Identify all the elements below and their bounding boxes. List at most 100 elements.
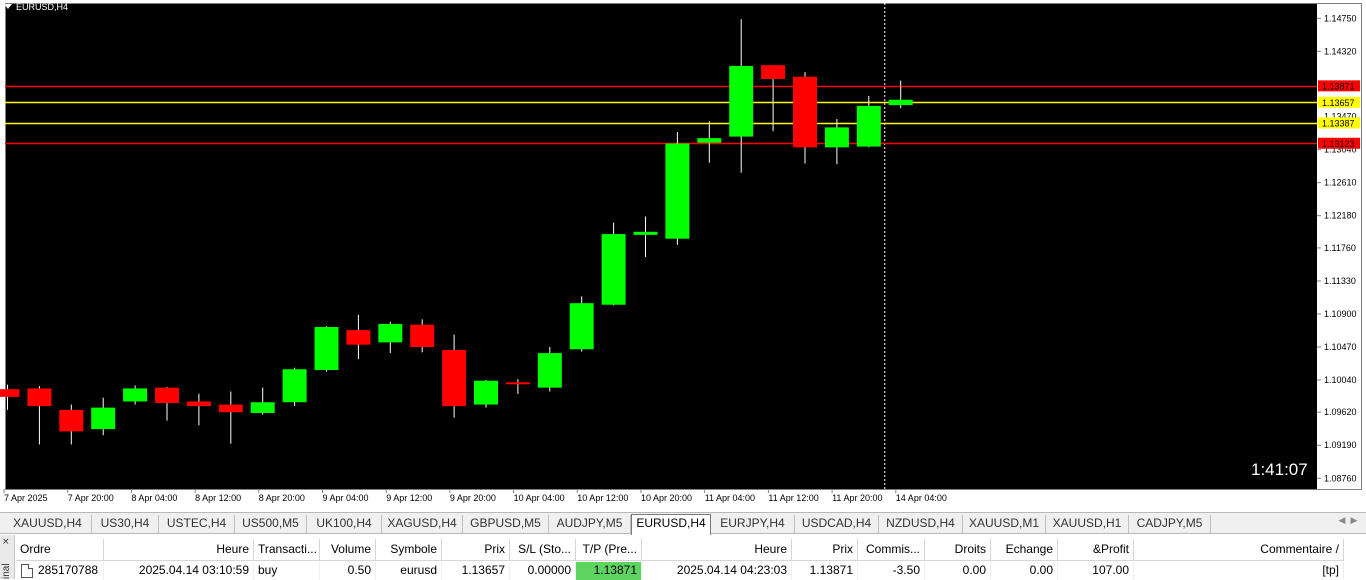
x-tick-label: 7 Apr 20:00 bbox=[68, 493, 114, 503]
x-tick-label: 8 Apr 12:00 bbox=[195, 493, 241, 503]
candle-bull[interactable] bbox=[250, 402, 275, 413]
column-header[interactable]: Transacti... bbox=[254, 539, 320, 561]
candle-bear[interactable] bbox=[0, 389, 20, 397]
close-icon[interactable]: × bbox=[2, 537, 10, 547]
x-tick-label: 11 Apr 12:00 bbox=[768, 493, 818, 503]
table-cell: [tp] bbox=[1134, 562, 1344, 580]
x-tick-label: 10 Apr 20:00 bbox=[641, 493, 692, 503]
tab-usdcad-h4[interactable]: USDCAD,H4 bbox=[795, 515, 879, 533]
column-header[interactable]: Prix bbox=[792, 539, 858, 561]
terminal-side-strip: × inal bbox=[0, 535, 15, 579]
table-cell: 1.13871 bbox=[576, 562, 642, 580]
symbol-title-text: EURUSD,H4 bbox=[16, 2, 69, 12]
plot-area[interactable] bbox=[5, 3, 1317, 489]
chart-tab-bar: XAUUSD,H4 US30,H4 USTEC,H4 US500,M5 UK100,H4… bbox=[0, 512, 1366, 535]
tab-cadjpy-m5[interactable]: CADJPY,M5 bbox=[1129, 515, 1211, 533]
candle-bull[interactable] bbox=[474, 380, 498, 405]
tab-xauusd-h4[interactable]: XAUUSD,H4 bbox=[4, 515, 92, 533]
candle-bear[interactable] bbox=[155, 387, 179, 404]
candle-bull[interactable] bbox=[856, 105, 881, 147]
candle-bear[interactable] bbox=[59, 409, 84, 432]
x-tick-label: 14 Apr 04:00 bbox=[896, 493, 947, 503]
candle-bull[interactable] bbox=[378, 323, 403, 343]
y-tick-label: 1.14750 bbox=[1324, 13, 1357, 23]
y-tick-label: 1.14320 bbox=[1324, 46, 1357, 56]
y-tick-label: 1.09190 bbox=[1324, 440, 1357, 450]
candle-bear[interactable] bbox=[346, 330, 371, 345]
candle-bear[interactable] bbox=[27, 388, 52, 407]
tab-xagusd-h4[interactable]: XAGUSD,H4 bbox=[382, 515, 463, 533]
column-header[interactable]: Droits bbox=[925, 539, 991, 561]
table-cell: 2025.04.14 04:23:03 bbox=[642, 562, 792, 580]
y-tick-label: 1.08760 bbox=[1324, 473, 1357, 483]
tab-scroll-controls: ◀ ▶ bbox=[1336, 516, 1362, 532]
column-header[interactable]: Volume bbox=[320, 539, 376, 561]
tab-eurusd-h4[interactable]: EURUSD,H4 bbox=[631, 514, 711, 535]
table-cell: 0.00000 bbox=[510, 562, 576, 580]
chart-menu-triangle-icon[interactable] bbox=[4, 4, 12, 9]
candle-bull[interactable] bbox=[314, 327, 339, 370]
candle-bull[interactable] bbox=[729, 65, 754, 137]
candle-bull[interactable] bbox=[282, 369, 307, 403]
chart-window[interactable]: 1.14750 1.14320 1.13040 1.12610 1.12180 1.117… bbox=[0, 0, 1366, 512]
column-header[interactable]: S/L (Sto... bbox=[510, 539, 576, 561]
column-header[interactable]: T/P (Pre... bbox=[576, 539, 642, 561]
tab-us30-h4[interactable]: US30,H4 bbox=[92, 515, 159, 533]
candle-bull[interactable] bbox=[601, 234, 626, 305]
candle-bear[interactable] bbox=[793, 76, 817, 148]
price-level-label: 1.13123 bbox=[1322, 139, 1355, 149]
tab-xauusd-h1[interactable]: XAUUSD,H1 bbox=[1046, 515, 1129, 533]
price-level-label: 1.13387 bbox=[1322, 119, 1355, 129]
tab-gbpusd-m5[interactable]: GBPUSD,M5 bbox=[463, 515, 549, 533]
candle-bear[interactable] bbox=[218, 404, 243, 413]
candle-bull[interactable] bbox=[824, 127, 849, 148]
tab-uk100-h4[interactable]: UK100,H4 bbox=[307, 515, 382, 533]
candle-bear[interactable] bbox=[442, 350, 467, 407]
candle-bull[interactable] bbox=[697, 138, 722, 143]
chart-symbol-title[interactable]: EURUSD,H4 bbox=[4, 2, 68, 12]
x-tick-label: 10 Apr 04:00 bbox=[514, 493, 565, 503]
tab-xauusd-m1[interactable]: XAUUSD,M1 bbox=[963, 515, 1046, 533]
table-cell: 0.50 bbox=[320, 562, 376, 580]
candle-bear[interactable] bbox=[186, 401, 211, 407]
tab-us500-m5[interactable]: US500,M5 bbox=[235, 515, 307, 533]
candle-bull[interactable] bbox=[123, 388, 148, 402]
y-tick-label: 1.10470 bbox=[1324, 342, 1357, 352]
x-tick-label: 9 Apr 04:00 bbox=[323, 493, 369, 503]
column-header[interactable]: Heure bbox=[104, 539, 254, 561]
candle-bull[interactable] bbox=[665, 143, 690, 239]
scroll-right-icon[interactable]: ▶ bbox=[1348, 516, 1360, 526]
candle-bear[interactable] bbox=[410, 324, 435, 347]
tab-eurjpy-h4[interactable]: EURJPY,H4 bbox=[711, 515, 795, 533]
terminal-side-label: inal bbox=[1, 563, 12, 579]
candle-bull[interactable] bbox=[91, 407, 116, 430]
candle-bull[interactable] bbox=[569, 303, 594, 350]
column-header[interactable]: Commentaire / bbox=[1134, 539, 1344, 561]
x-tick-label: 9 Apr 20:00 bbox=[450, 493, 496, 503]
candlestick-chart[interactable]: 1.147501.143201.130401.126101.121801.117… bbox=[0, 0, 1366, 512]
column-header[interactable]: Echange bbox=[991, 539, 1058, 561]
x-tick-label: 8 Apr 20:00 bbox=[259, 493, 305, 503]
table-cell: 1.13657 bbox=[442, 562, 510, 580]
y-tick-label: 1.11330 bbox=[1324, 276, 1356, 286]
tab-ustec-h4[interactable]: USTEC,H4 bbox=[159, 515, 235, 533]
candle-bear[interactable] bbox=[505, 382, 530, 385]
candle-bull[interactable] bbox=[633, 231, 658, 235]
column-header[interactable]: &Profit bbox=[1058, 539, 1134, 561]
x-tick-label: 8 Apr 04:00 bbox=[131, 493, 177, 503]
document-icon bbox=[21, 564, 33, 578]
candle-bull[interactable] bbox=[537, 353, 562, 388]
candle-bull[interactable] bbox=[888, 99, 913, 106]
candle-bear[interactable] bbox=[761, 65, 786, 80]
column-header[interactable]: Heure bbox=[642, 539, 792, 561]
tab-audjpy-m5[interactable]: AUDJPY,M5 bbox=[549, 515, 631, 533]
y-tick-label: 1.10040 bbox=[1324, 375, 1357, 385]
tab-nzdusd-h4[interactable]: NZDUSD,H4 bbox=[879, 515, 963, 533]
y-tick-label: 1.10900 bbox=[1324, 309, 1357, 319]
column-header[interactable]: Ordre bbox=[16, 539, 104, 561]
y-tick-label: 1.12180 bbox=[1324, 211, 1357, 221]
column-header[interactable]: Prix bbox=[442, 539, 510, 561]
column-header[interactable]: Symbole bbox=[376, 539, 442, 561]
column-header[interactable]: Commis... bbox=[858, 539, 925, 561]
scroll-left-icon[interactable]: ◀ bbox=[1336, 516, 1348, 526]
